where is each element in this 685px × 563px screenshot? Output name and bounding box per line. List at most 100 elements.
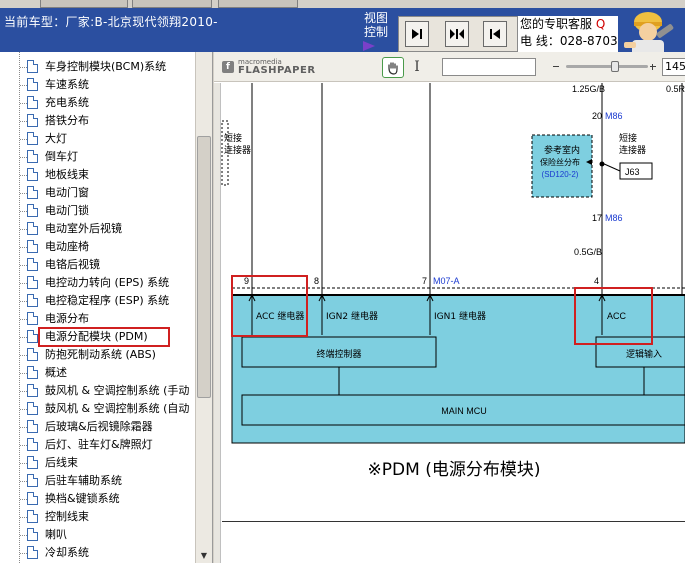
document-page[interactable]: 1.25G/B 0.5R/ 20 M86 短接 连接器 短接 连接器 J63 参…	[214, 83, 685, 563]
toolbar-tab[interactable]	[40, 0, 128, 8]
tree-branch-line	[20, 355, 27, 356]
toolbar-tab[interactable]	[132, 0, 212, 8]
document-icon	[27, 150, 38, 163]
support-title: 您的专职客服	[520, 17, 593, 31]
tree-item[interactable]: 控制线束	[0, 508, 195, 526]
tree-item-label: 搭铁分布	[45, 114, 89, 127]
first-page-button[interactable]	[405, 21, 429, 47]
tree-item[interactable]: 电动室外后视镜	[0, 220, 195, 238]
document-icon	[27, 366, 38, 379]
tree-item[interactable]: 电铬后视镜	[0, 256, 195, 274]
support-phone: 电 线：028-870382	[520, 34, 618, 48]
fit-page-button[interactable]	[445, 21, 469, 47]
scroll-down-arrow-icon[interactable]: ▼	[197, 548, 211, 562]
zoom-in-icon[interactable]	[650, 66, 656, 67]
tree-item[interactable]: 鼓风机 & 空调控制系统 (手动	[0, 382, 195, 400]
page-bottom-rule	[222, 521, 685, 522]
document-icon	[27, 456, 38, 469]
tree-branch-line	[20, 121, 27, 122]
logo-bottom-text: FLASHPAPER	[238, 65, 316, 76]
flashpaper-logo: f macromedia FLASHPAPER	[222, 58, 322, 78]
tree-item[interactable]: 电源分布	[0, 310, 195, 328]
tree-item[interactable]: 防抱死制动系统 (ABS)	[0, 346, 195, 364]
document-icon	[27, 294, 38, 307]
tree-item[interactable]: 电动门窗	[0, 184, 195, 202]
document-icon	[27, 60, 38, 73]
sidebar-scrollbar[interactable]: ▼	[195, 52, 212, 563]
sidebar-scroll-thumb[interactable]	[197, 136, 211, 398]
toolbar-tab[interactable]	[218, 0, 298, 8]
zoom-in-icon-vertical[interactable]	[652, 64, 653, 70]
tree-item[interactable]: 电动座椅	[0, 238, 195, 256]
tree-item[interactable]: 换档&键锁系统	[0, 490, 195, 508]
tree-item[interactable]: 大灯	[0, 130, 195, 148]
wire-label-top-right: 0.5R/	[666, 84, 685, 94]
text-select-tool-button[interactable]: I	[410, 58, 424, 77]
tree-item-label: 大灯	[45, 132, 67, 145]
tree-item-label: 冷却系统	[45, 546, 89, 559]
document-icon	[27, 114, 38, 127]
tree-branch-line	[20, 175, 27, 176]
support-qq[interactable]: Q	[596, 17, 605, 31]
zoom-value-field[interactable]: 145	[662, 58, 685, 76]
pin-20-label: 20	[592, 111, 602, 121]
view-control-text: 视图控制	[363, 11, 388, 39]
ref-box-line2: 保险丝分布	[540, 157, 580, 167]
tree-branch-line	[20, 373, 27, 374]
tree-item[interactable]: 车速系统	[0, 76, 195, 94]
tree-item[interactable]: 搭铁分布	[0, 112, 195, 130]
tree-branch-line	[20, 85, 27, 86]
tree-item[interactable]: 后线束	[0, 454, 195, 472]
tree-item-label: 概述	[45, 366, 67, 379]
tree-item[interactable]: 冷却系统	[0, 544, 195, 562]
tree-item[interactable]: 喇叭	[0, 526, 195, 544]
tree-item[interactable]: 电控稳定程序 (ESP) 系统	[0, 292, 195, 310]
tree-item[interactable]: 充电系统	[0, 94, 195, 112]
pin-20-code: M86	[605, 111, 623, 121]
view-control-arrow-icon	[363, 41, 375, 51]
hand-tool-button[interactable]	[382, 57, 404, 78]
tree-item[interactable]: 倒车灯	[0, 148, 195, 166]
tree-item[interactable]: 电动门锁	[0, 202, 195, 220]
tree-item[interactable]: 地板线束	[0, 166, 195, 184]
ref-box-line3: (SD120-2)	[542, 170, 579, 179]
tree-item[interactable]: 电控动力转向 (EPS) 系统	[0, 274, 195, 292]
category-tree: 车身控制模块(BCM)系统 车速系统 充电系统 搭铁分布 大灯 倒车灯 地板线束 电动门窗 电动…	[0, 52, 213, 563]
tree-item[interactable]: 后玻璃&后视镜除霜器	[0, 418, 195, 436]
tree-item-label: 电控稳定程序 (ESP) 系统	[45, 294, 170, 307]
tree-item[interactable]: 鼓风机 & 空调控制系统 (自动	[0, 400, 195, 418]
document-icon	[27, 528, 38, 541]
tree-item[interactable]: 后驻车辅助系统	[0, 472, 195, 490]
tree-item[interactable]: 电源分配模块 (PDM)	[0, 327, 195, 347]
tree-item-label: 鼓风机 & 空调控制系统 (自动	[45, 402, 190, 415]
tree-item-label: 后玻璃&后视镜除霜器	[45, 420, 153, 433]
connector-link	[601, 162, 621, 172]
search-input[interactable]	[442, 58, 536, 76]
left-connector-line1: 短接	[224, 132, 242, 144]
document-icon	[27, 402, 38, 415]
fit-arrows-icon	[450, 29, 464, 39]
view-control-label[interactable]: 视图控制	[361, 11, 391, 51]
tree-branch-line	[20, 229, 27, 230]
tree-item[interactable]: 后灯、驻车灯&牌照灯	[0, 436, 195, 454]
document-icon	[27, 474, 38, 487]
right-connector-code: J63	[625, 167, 640, 177]
top-toolbar-strip	[0, 0, 685, 8]
document-icon	[27, 510, 38, 523]
tree-branch-line	[20, 517, 27, 518]
pin-4-label: 4	[594, 276, 599, 286]
tree-branch-line	[20, 103, 27, 104]
document-icon	[27, 168, 38, 181]
right-connector-line2: 连接器	[619, 144, 646, 156]
tree-branch-line	[20, 463, 27, 464]
zoom-out-icon[interactable]	[553, 66, 559, 67]
tree-branch-line	[20, 247, 27, 248]
zoom-slider-track[interactable]	[566, 65, 648, 68]
zoom-slider-thumb[interactable]	[611, 61, 619, 72]
previous-page-button[interactable]	[483, 21, 507, 47]
tree-item[interactable]: 车身控制模块(BCM)系统	[0, 58, 195, 76]
tree-item[interactable]: 概述	[0, 364, 195, 382]
hand-icon	[388, 61, 398, 75]
pin-7-label: 7	[422, 276, 427, 286]
tree-item-label: 后驻车辅助系统	[45, 474, 122, 487]
